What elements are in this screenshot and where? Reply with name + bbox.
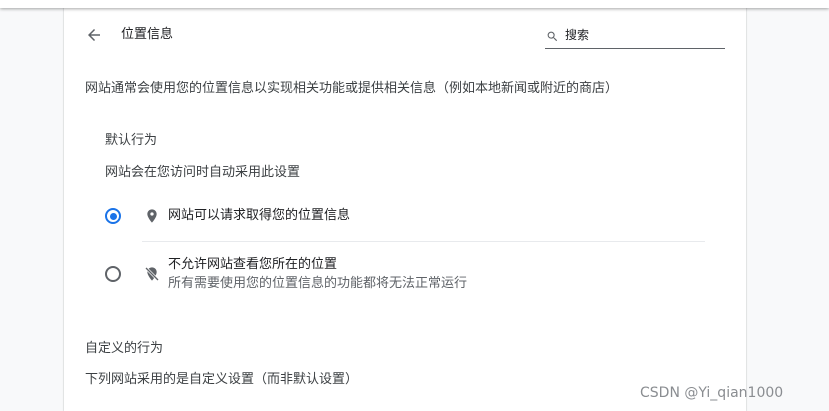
settings-card [64, 0, 746, 411]
location-pin-icon [144, 207, 160, 225]
default-behavior-heading: 默认行为 [105, 133, 158, 148]
page-background-left [0, 0, 64, 411]
custom-behavior-subtext: 下列网站采用的是自定义设置（而非默认设置） [85, 372, 359, 387]
option-block-location-label[interactable]: 不允许网站查看您所在的位置 [168, 256, 337, 274]
top-toolbar-shadow [0, 0, 829, 8]
page-background-right [746, 0, 829, 411]
option-block-location-sublabel: 所有需要使用您的位置信息的功能都将无法正常运行 [168, 276, 468, 291]
search-input[interactable] [565, 25, 720, 45]
back-arrow-icon[interactable] [85, 26, 103, 44]
custom-behavior-heading: 自定义的行为 [85, 341, 164, 356]
watermark: CSDN @Yi_qian1000 [640, 385, 784, 401]
search-box[interactable] [545, 24, 725, 49]
page-description: 网站通常会使用您的位置信息以实现相关功能或提供相关信息（例如本地新闻或附近的商店… [85, 81, 619, 96]
option-allow-location-label[interactable]: 网站可以请求取得您的位置信息 [168, 207, 350, 225]
radio-block-location[interactable] [105, 266, 121, 282]
default-behavior-subtext: 网站会在您访问时自动采用此设置 [105, 165, 301, 180]
option-divider [142, 241, 705, 242]
page-title: 位置信息 [121, 27, 174, 42]
radio-allow-location[interactable] [105, 208, 121, 224]
location-off-icon [144, 265, 160, 283]
search-icon [546, 28, 559, 42]
